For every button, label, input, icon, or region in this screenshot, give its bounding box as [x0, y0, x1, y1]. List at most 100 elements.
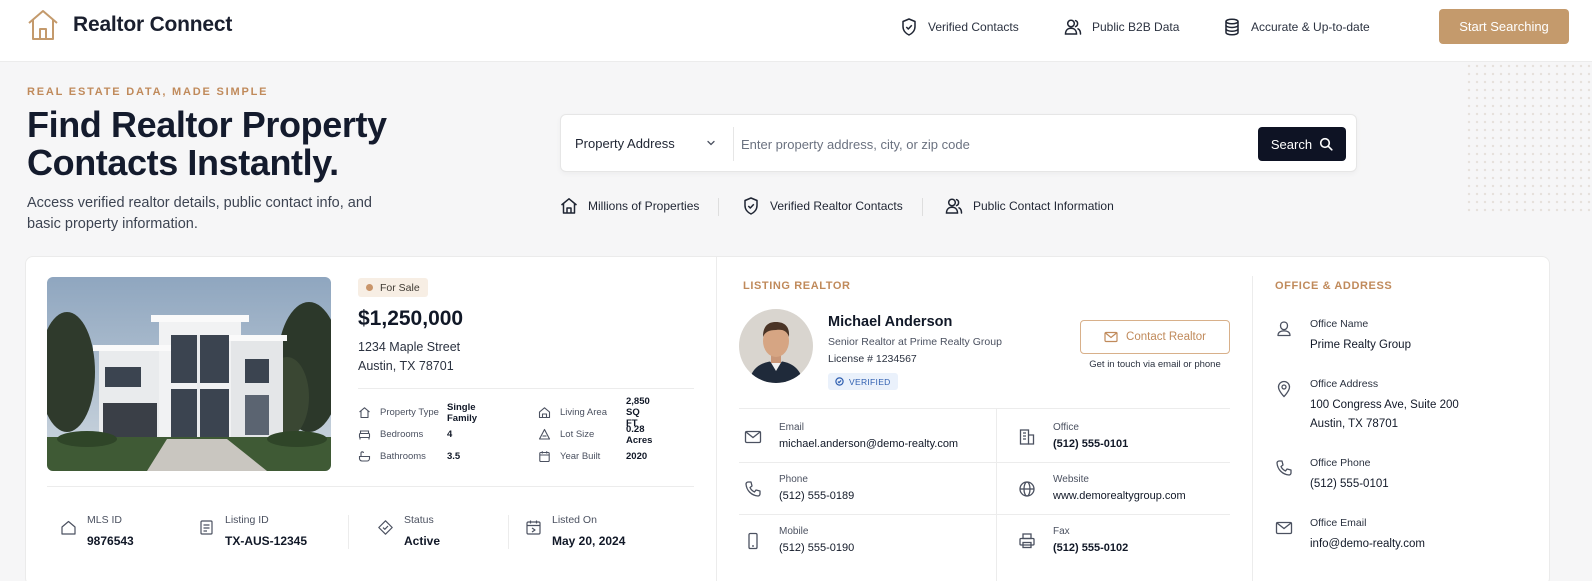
meta-label: Listed On — [552, 514, 597, 526]
verified-badge: VERIFIED — [828, 373, 898, 390]
home-icon — [561, 198, 577, 214]
shield-check-icon — [744, 197, 758, 215]
spec-bedrooms: Bedrooms 4 — [358, 428, 452, 441]
header-feature-accurate: Accurate & Up-to-date — [1222, 17, 1370, 37]
office-value: info@demo-realty.com — [1310, 538, 1425, 550]
contact-label: Phone — [779, 474, 808, 485]
realtor-license: License # 1234567 — [828, 353, 917, 365]
calendar-icon — [526, 520, 541, 535]
search-type-select[interactable]: Property Address — [575, 136, 675, 151]
house-logo-icon — [28, 10, 58, 40]
meta-label: MLS ID — [87, 514, 123, 526]
area-icon — [538, 407, 551, 419]
spec-bathrooms: Bathrooms 3.5 — [358, 450, 460, 463]
meta-label: Listing ID — [225, 514, 269, 526]
office-value: (512) 555-0101 — [1310, 478, 1389, 490]
status-badge: For Sale — [358, 278, 428, 297]
trust-label: Public Contact Information — [973, 199, 1114, 213]
phone-icon — [745, 481, 761, 497]
chevron-down-icon[interactable] — [705, 137, 717, 149]
search-bar: Property Address Search — [560, 114, 1357, 172]
spec-living-area: Living Area 2,850 SQ FT — [538, 396, 650, 429]
realtor-name: Michael Anderson — [828, 314, 953, 330]
spec-label: Year Built — [560, 451, 601, 462]
header-feature-verified: Verified Contacts — [899, 17, 1019, 37]
contact-label: Mobile — [779, 526, 809, 537]
decorative-dot-pattern — [1465, 62, 1592, 212]
diamond-check-icon — [378, 520, 393, 535]
globe-icon — [1019, 481, 1035, 497]
mail-icon — [1275, 521, 1293, 535]
contact-realtor-label: Contact Realtor — [1126, 331, 1206, 343]
property-city: Austin, TX 78701 — [358, 359, 454, 373]
spec-label: Living Area — [560, 407, 608, 418]
office-value: Prime Realty Group — [1310, 339, 1411, 351]
spec-value: 3.5 — [447, 451, 461, 462]
realtor-title: Senior Realtor at Prime Realty Group — [828, 336, 1002, 348]
meta-value: Active — [404, 534, 441, 548]
document-icon — [200, 520, 213, 535]
contact-value: (512) 555-0101 — [1053, 438, 1129, 450]
realtor-portrait — [739, 309, 813, 383]
database-icon — [1225, 18, 1239, 36]
spec-value: 2020 — [626, 451, 648, 462]
hero-title-line: Find Realtor Property — [27, 104, 387, 145]
status-badge-label: For Sale — [380, 281, 420, 294]
spec-value: 0.28 Acres — [626, 423, 653, 446]
contact-hint: Get in touch via email or phone — [1089, 359, 1221, 370]
column-divider — [1252, 276, 1253, 581]
divider — [996, 408, 997, 581]
contact-value: www.demorealtygroup.com — [1053, 490, 1186, 502]
spec-label: Lot Size — [560, 429, 595, 440]
hero-title: Find Realtor Property Contacts Instantly… — [27, 106, 547, 182]
modern-house-image — [47, 277, 331, 471]
meta-label: Status — [404, 514, 434, 526]
hero-subtitle: Access verified realtor details, public … — [27, 195, 372, 232]
verified-check-icon — [835, 377, 844, 386]
contact-label: Fax — [1053, 526, 1070, 537]
start-searching-button[interactable]: Start Searching — [1439, 9, 1569, 44]
trust-item-verified: Verified Realtor Contacts — [741, 196, 903, 216]
office-label: Office Name — [1310, 318, 1369, 330]
header-feature-label: Accurate & Up-to-date — [1251, 20, 1370, 34]
hero-eyebrow: REAL ESTATE DATA, MADE SIMPLE — [27, 86, 269, 98]
divider — [47, 486, 694, 487]
printer-icon — [1019, 533, 1035, 549]
search-input[interactable] — [741, 129, 1241, 159]
home-tag-icon — [61, 520, 76, 535]
trust-label: Millions of Properties — [588, 199, 700, 213]
shield-check-icon — [902, 18, 916, 36]
property-price: $1,250,000 — [358, 307, 464, 330]
map-pin-icon — [1277, 380, 1291, 398]
office-label: Office Email — [1310, 517, 1367, 529]
spec-value: Single Family — [447, 401, 478, 424]
spec-label: Bedrooms — [380, 429, 424, 440]
spec-value: 4 — [447, 429, 453, 440]
search-button-label: Search — [1270, 136, 1313, 152]
office-address-heading: OFFICE & ADDRESS — [1275, 280, 1393, 292]
bed-icon — [358, 430, 371, 440]
trust-divider — [922, 198, 923, 216]
office-label: Office Phone — [1310, 457, 1371, 469]
verified-badge-label: VERIFIED — [849, 376, 891, 387]
realtor-avatar[interactable] — [739, 309, 813, 383]
divider — [358, 388, 694, 389]
trust-item-public: Public Contact Information — [944, 196, 1114, 216]
brand[interactable]: Realtor Connect — [26, 9, 232, 41]
property-photo[interactable] — [47, 277, 331, 471]
contact-value: michael.anderson@demo-realty.com — [779, 438, 959, 450]
mail-icon — [1104, 331, 1118, 343]
contact-value: (512) 555-0102 — [1053, 542, 1129, 554]
contact-value: (512) 555-0190 — [779, 542, 855, 554]
spec-property-type: Property Type Single Family — [358, 402, 477, 424]
search-divider — [733, 127, 734, 161]
divider — [508, 515, 509, 549]
contact-label: Office — [1053, 422, 1079, 433]
search-button[interactable]: Search — [1258, 127, 1346, 161]
meta-value: TX-AUS-12345 — [225, 534, 308, 548]
spec-label: Property Type — [380, 407, 439, 418]
brand-name: Realtor Connect — [73, 13, 233, 36]
contact-realtor-button[interactable]: Contact Realtor — [1080, 320, 1230, 354]
meta-value: 9876543 — [87, 534, 134, 548]
divider — [739, 408, 1230, 409]
